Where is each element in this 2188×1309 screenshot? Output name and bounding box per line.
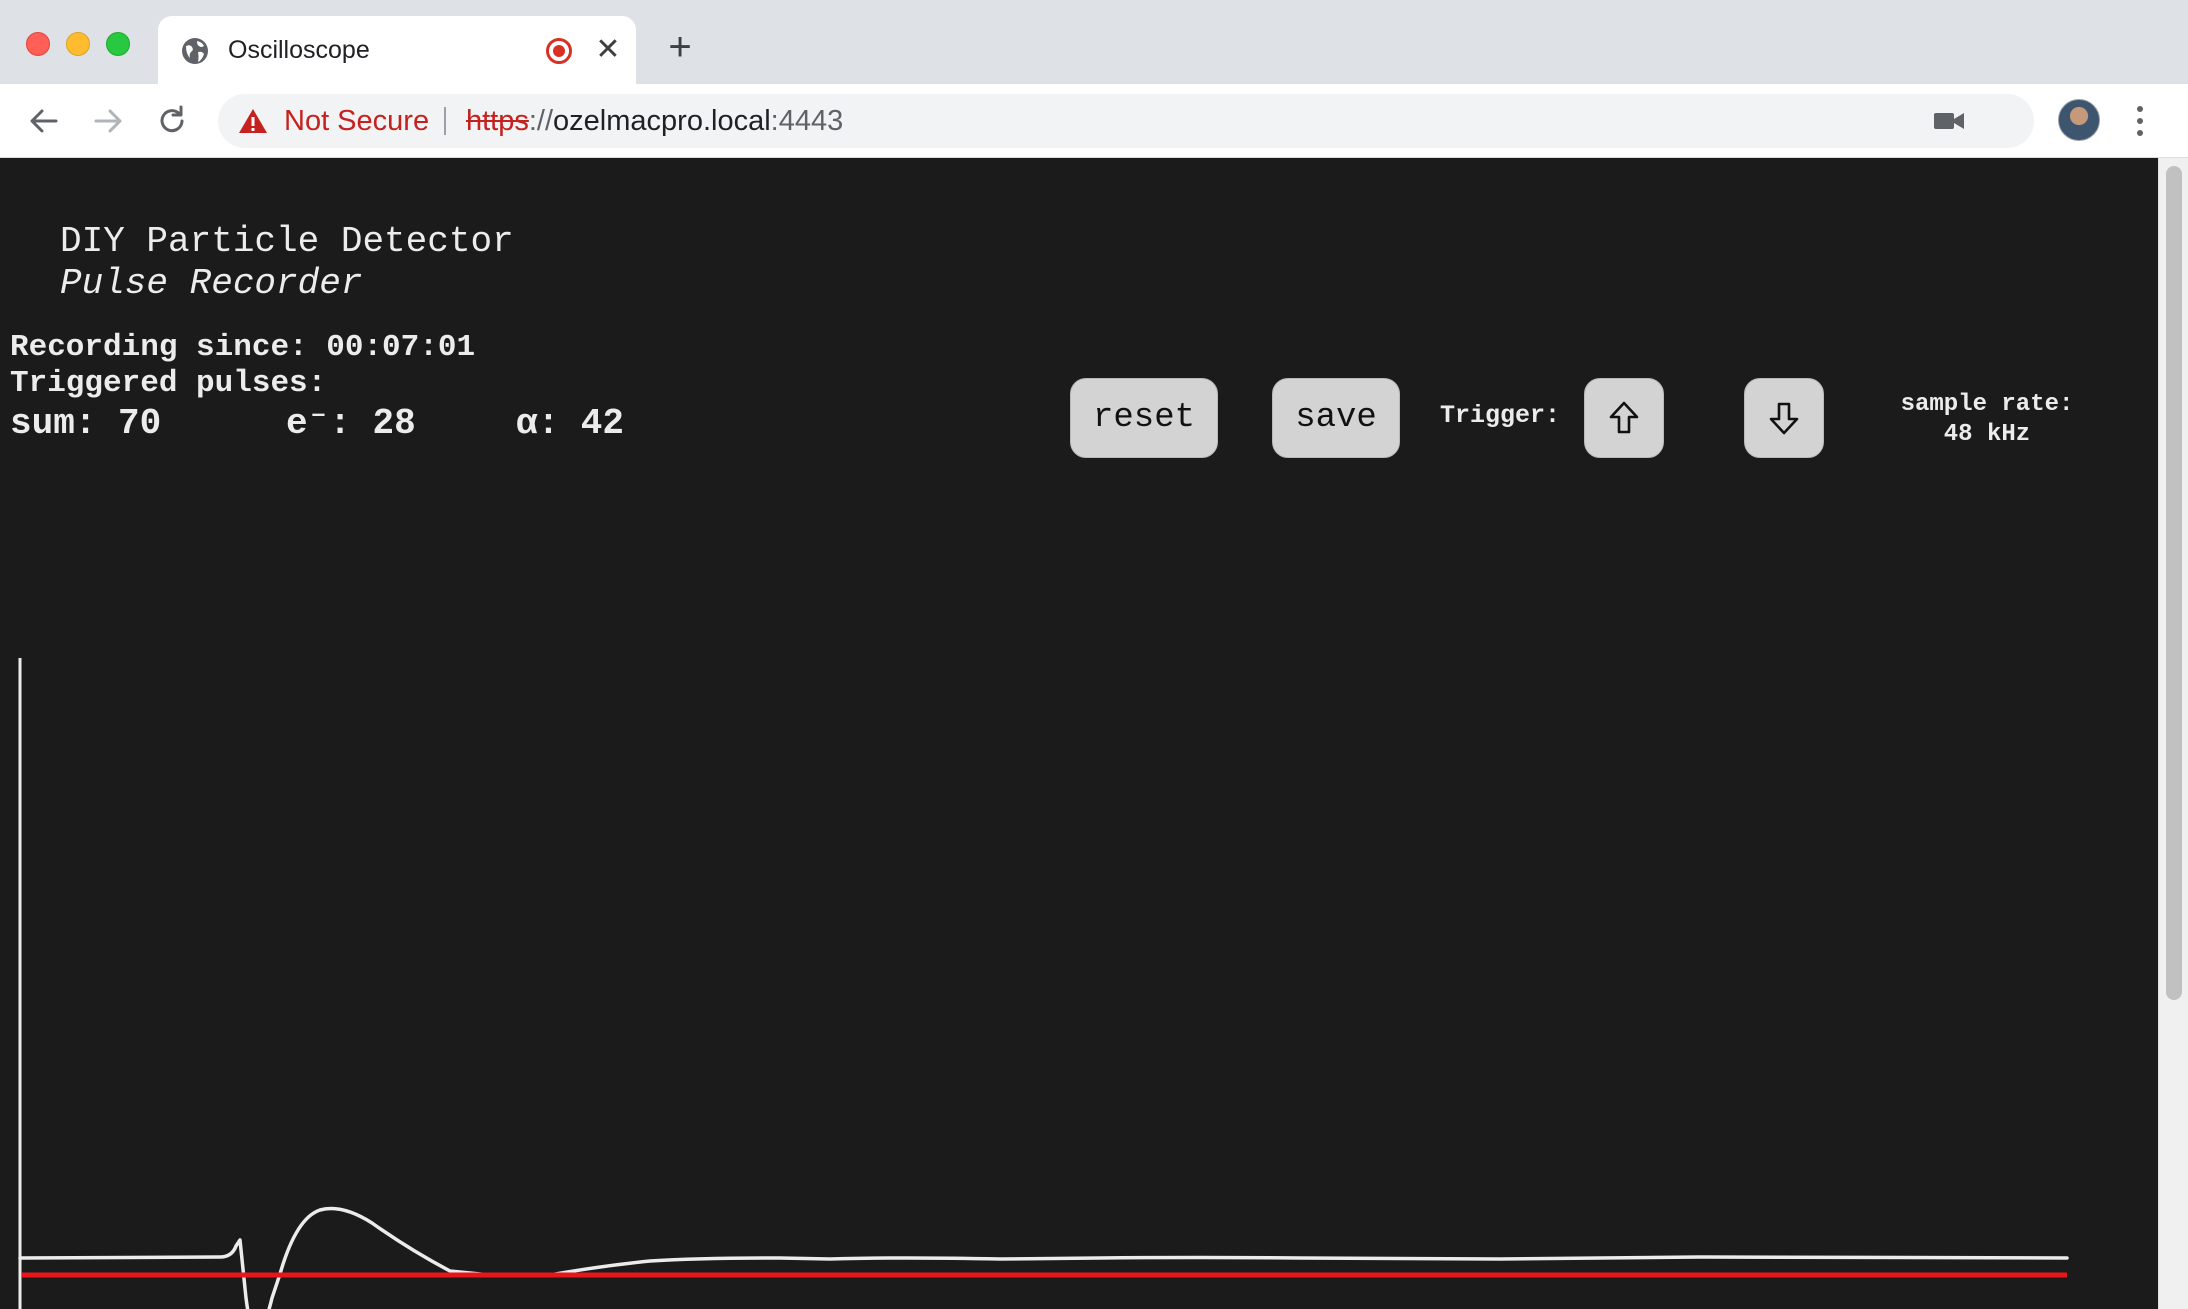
arrow-down-icon [1769, 402, 1799, 435]
scrollbar-track[interactable] [2158, 158, 2188, 1309]
address-bar[interactable]: Not Secure https://ozelmacpro.local:4443 [218, 94, 2034, 148]
plus-icon[interactable]: + [660, 27, 700, 68]
forward-arrow-icon[interactable] [88, 101, 128, 141]
tab-oscilloscope[interactable]: Oscilloscope ✕ [158, 16, 636, 84]
browser-toolbar: Not Secure https://ozelmacpro.local:4443 [0, 84, 2188, 158]
trigger-up-button[interactable] [1584, 378, 1664, 458]
pulse-count-alpha: α: 42 [516, 403, 625, 444]
page-subtitle: Pulse Recorder [60, 263, 363, 304]
oscilloscope-display [18, 658, 2069, 1309]
warning-icon [239, 109, 267, 133]
reset-button[interactable]: reset [1070, 378, 1218, 458]
trigger-label: Trigger: [1440, 401, 1561, 430]
kebab-menu-icon[interactable] [2128, 102, 2152, 140]
sample-rate-value: 48 kHz [1943, 421, 2031, 448]
avatar[interactable] [2058, 99, 2100, 141]
url-text[interactable]: https://ozelmacpro.local:4443 [466, 105, 843, 137]
save-button[interactable]: save [1272, 378, 1400, 458]
url-host: ozelmacpro.local [553, 105, 771, 137]
scrollbar-thumb[interactable] [2166, 166, 2182, 1000]
pulse-count-sum: sum: 70 [10, 403, 162, 444]
record-icon [546, 38, 572, 64]
tab-title: Oscilloscope [228, 36, 370, 64]
url-scheme: https [466, 105, 529, 137]
tab-strip: Oscilloscope ✕ + [0, 0, 2188, 84]
omnibox-divider [444, 107, 446, 135]
camera-icon[interactable] [1932, 108, 1966, 134]
recording-since: Recording since: 00:07:01 [10, 330, 476, 365]
sample-rate-label: sample rate: [1900, 391, 2074, 418]
sample-rate: sample rate: 48 kHz [1880, 390, 2094, 450]
arrow-up-icon [1609, 401, 1639, 434]
url-port: :4443 [770, 105, 844, 137]
window-minimize-button[interactable] [66, 32, 90, 56]
pulse-count-electrons: e⁻: 28 [286, 403, 416, 444]
reload-icon[interactable] [152, 101, 192, 141]
window-close-button[interactable] [26, 32, 50, 56]
close-icon[interactable]: ✕ [590, 32, 626, 68]
page-viewport: DIY Particle Detector Pulse Recorder Rec… [0, 158, 2188, 1309]
security-status[interactable]: Not Secure [284, 105, 429, 137]
triggered-pulses-label: Triggered pulses: [10, 366, 327, 401]
back-arrow-icon[interactable] [24, 101, 64, 141]
trigger-down-button[interactable] [1744, 378, 1824, 458]
globe-icon [182, 38, 208, 64]
pulse-trace [18, 1206, 2069, 1309]
url-separator: :// [528, 105, 554, 137]
page-title: DIY Particle Detector [60, 221, 514, 262]
window-maximize-button[interactable] [106, 32, 130, 56]
